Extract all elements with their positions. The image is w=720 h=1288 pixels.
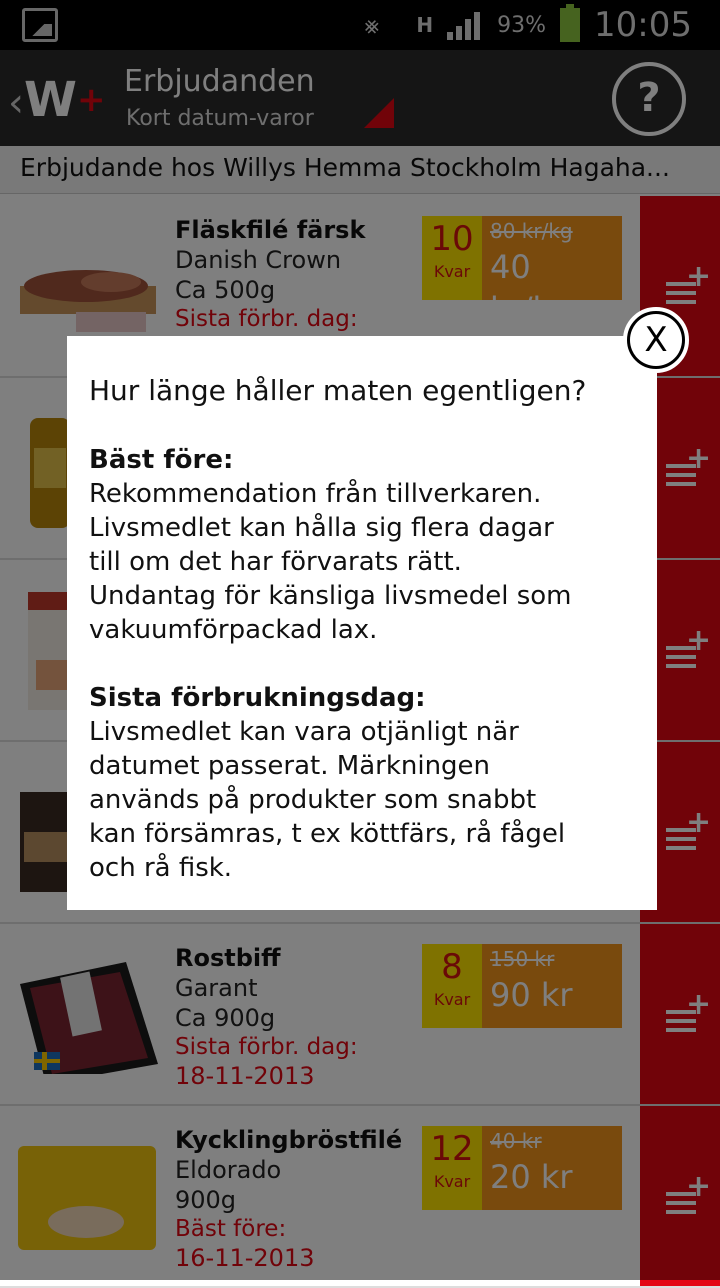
- use-by-text: Livsmedlet kan vara otjänligt när datume…: [89, 717, 566, 883]
- dialog-title: Hur länge håller maten egentligen?: [89, 374, 587, 407]
- info-dialog: Hur länge håller maten egentligen? Bäst …: [67, 336, 657, 910]
- close-dialog-button[interactable]: X: [623, 307, 689, 373]
- best-before-text: Rekommendation från tillverkaren. Livsme…: [89, 479, 572, 645]
- use-by-heading: Sista förbrukningsdag:: [89, 683, 426, 713]
- best-before-heading: Bäst före:: [89, 445, 234, 475]
- close-icon: X: [630, 314, 682, 366]
